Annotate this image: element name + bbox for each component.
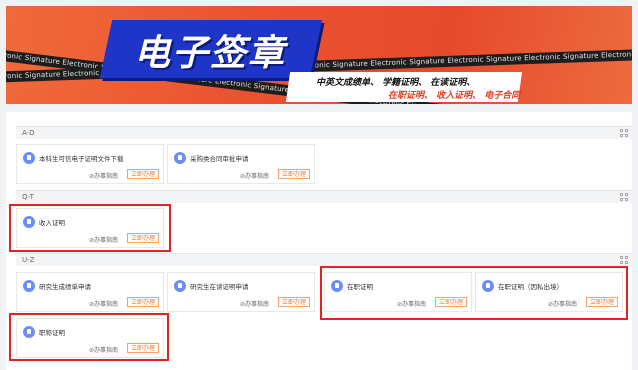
service-card[interactable]: 本科生可信电子证明文件下载 ⊘办事指南 立即办理 [16,144,164,184]
service-icon [23,152,35,164]
service-title: 研究生成绩单申请 [39,283,91,291]
guide-link[interactable]: ⊘办事指南 [89,171,118,180]
guide-link[interactable]: ⊘办事指南 [240,171,269,180]
section-header-a-d: A-D [16,126,632,139]
service-title: 研究生在读证明申请 [190,283,249,291]
service-icon [23,280,35,292]
apply-button[interactable]: 立即办理 [278,297,310,307]
service-title: 采购类合同审批申请 [190,155,249,163]
apply-button[interactable]: 立即办理 [278,169,310,179]
service-card[interactable]: 采购类合同审批申请 ⊘办事指南 立即办理 [167,144,315,184]
service-icon [174,280,186,292]
banner-tagline-2: 在职证明、 收入证明、 电子合同 [388,91,521,101]
guide-link[interactable]: ⊘办事指南 [240,299,269,308]
banner-tagline-1: 中英文成绩单、 学籍证明、 在读证明、 [316,78,476,88]
highlight-box [9,313,169,361]
highlight-box [9,204,171,252]
section-header-u-z: U-Z [16,253,632,266]
service-card[interactable]: 研究生在读证明申请 ⊘办事指南 立即办理 [167,272,315,312]
service-icon [174,152,186,164]
apply-button[interactable]: 立即办理 [127,297,159,307]
service-card[interactable]: 研究生成绩单申请 ⊘办事指南 立即办理 [16,272,164,312]
service-title: 本科生可信电子证明文件下载 [39,155,124,163]
view-toggle-icon[interactable] [620,256,628,264]
apply-button[interactable]: 立即办理 [127,169,159,179]
highlight-box [320,266,628,320]
guide-link[interactable]: ⊘办事指南 [89,299,118,308]
view-toggle-icon[interactable] [620,193,628,201]
banner: Electronic Signature Electronic Signatur… [6,6,632,104]
service-panel: A-D 本科生可信电子证明文件下载 ⊘办事指南 立即办理 采购类合同审批申请 ⊘… [6,112,632,370]
banner-title: 电子签章 [134,33,287,74]
section-header-q-t: Q-T [16,190,632,203]
view-toggle-icon[interactable] [620,129,628,137]
